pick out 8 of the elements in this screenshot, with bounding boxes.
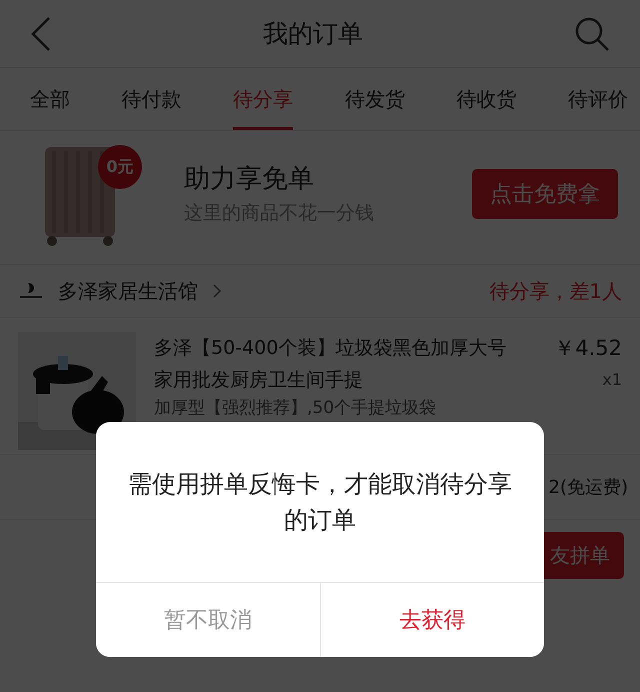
order-status: 待分享，差1人	[489, 278, 622, 304]
page-title: 我的订单	[263, 18, 363, 50]
dialog-message: 需使用拼单反悔卡，才能取消待分享的订单	[127, 469, 513, 536]
store-name[interactable]: 多泽家居生活馆	[58, 278, 198, 304]
product-price: ￥4.52	[554, 335, 622, 362]
order-total: 2(免运费)	[548, 476, 628, 499]
banner-title: 助力享免单	[184, 163, 315, 196]
get-button[interactable]: 去获得	[320, 583, 544, 657]
